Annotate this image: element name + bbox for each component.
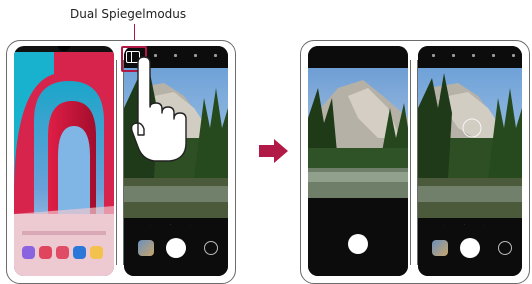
shutter-button[interactable] [348,234,368,254]
arrow-head [274,139,288,163]
left-main-phone [14,46,114,276]
camera-controls [308,198,408,276]
dual-mirror-caption: Dual Spiegelmodus [0,4,532,24]
more-icon[interactable] [512,54,515,57]
hand-pointer-icon [130,56,187,162]
arrow-body [259,145,274,157]
more-icon[interactable] [214,54,217,57]
right-main-phone-camera [308,46,408,276]
settings-icon[interactable] [472,54,475,57]
shutter-button[interactable] [166,238,186,258]
flash-icon[interactable] [452,54,455,57]
gallery-thumbnail[interactable] [138,240,154,256]
switch-camera-icon[interactable] [204,241,218,255]
camera-top-bar [308,46,408,68]
home-wallpaper [14,52,114,276]
camera-viewfinder [418,68,522,218]
camera-controls: · · · [124,218,228,276]
shutter-button[interactable] [460,238,480,258]
right-hinge [410,60,418,265]
mirrored-viewfinder [308,68,408,198]
camera-top-bar [418,46,522,68]
app-icon-phone[interactable] [39,246,52,259]
camera-controls: · · · [418,218,522,276]
app-icon-messages[interactable] [22,246,35,259]
app-icon-apps[interactable] [90,246,103,259]
app-icon-browser[interactable] [56,246,69,259]
switch-camera-icon[interactable] [498,241,512,255]
caption-label: Dual Spiegelmodus [70,7,187,21]
effects-icon[interactable] [492,54,495,57]
app-icon-contacts[interactable] [73,246,86,259]
right-second-phone-camera: · · · [418,46,522,276]
left-hinge [116,60,124,265]
gallery-thumbnail[interactable] [432,240,448,256]
dual-screen-toggle-icon[interactable] [432,54,435,57]
app-dock [22,246,106,260]
